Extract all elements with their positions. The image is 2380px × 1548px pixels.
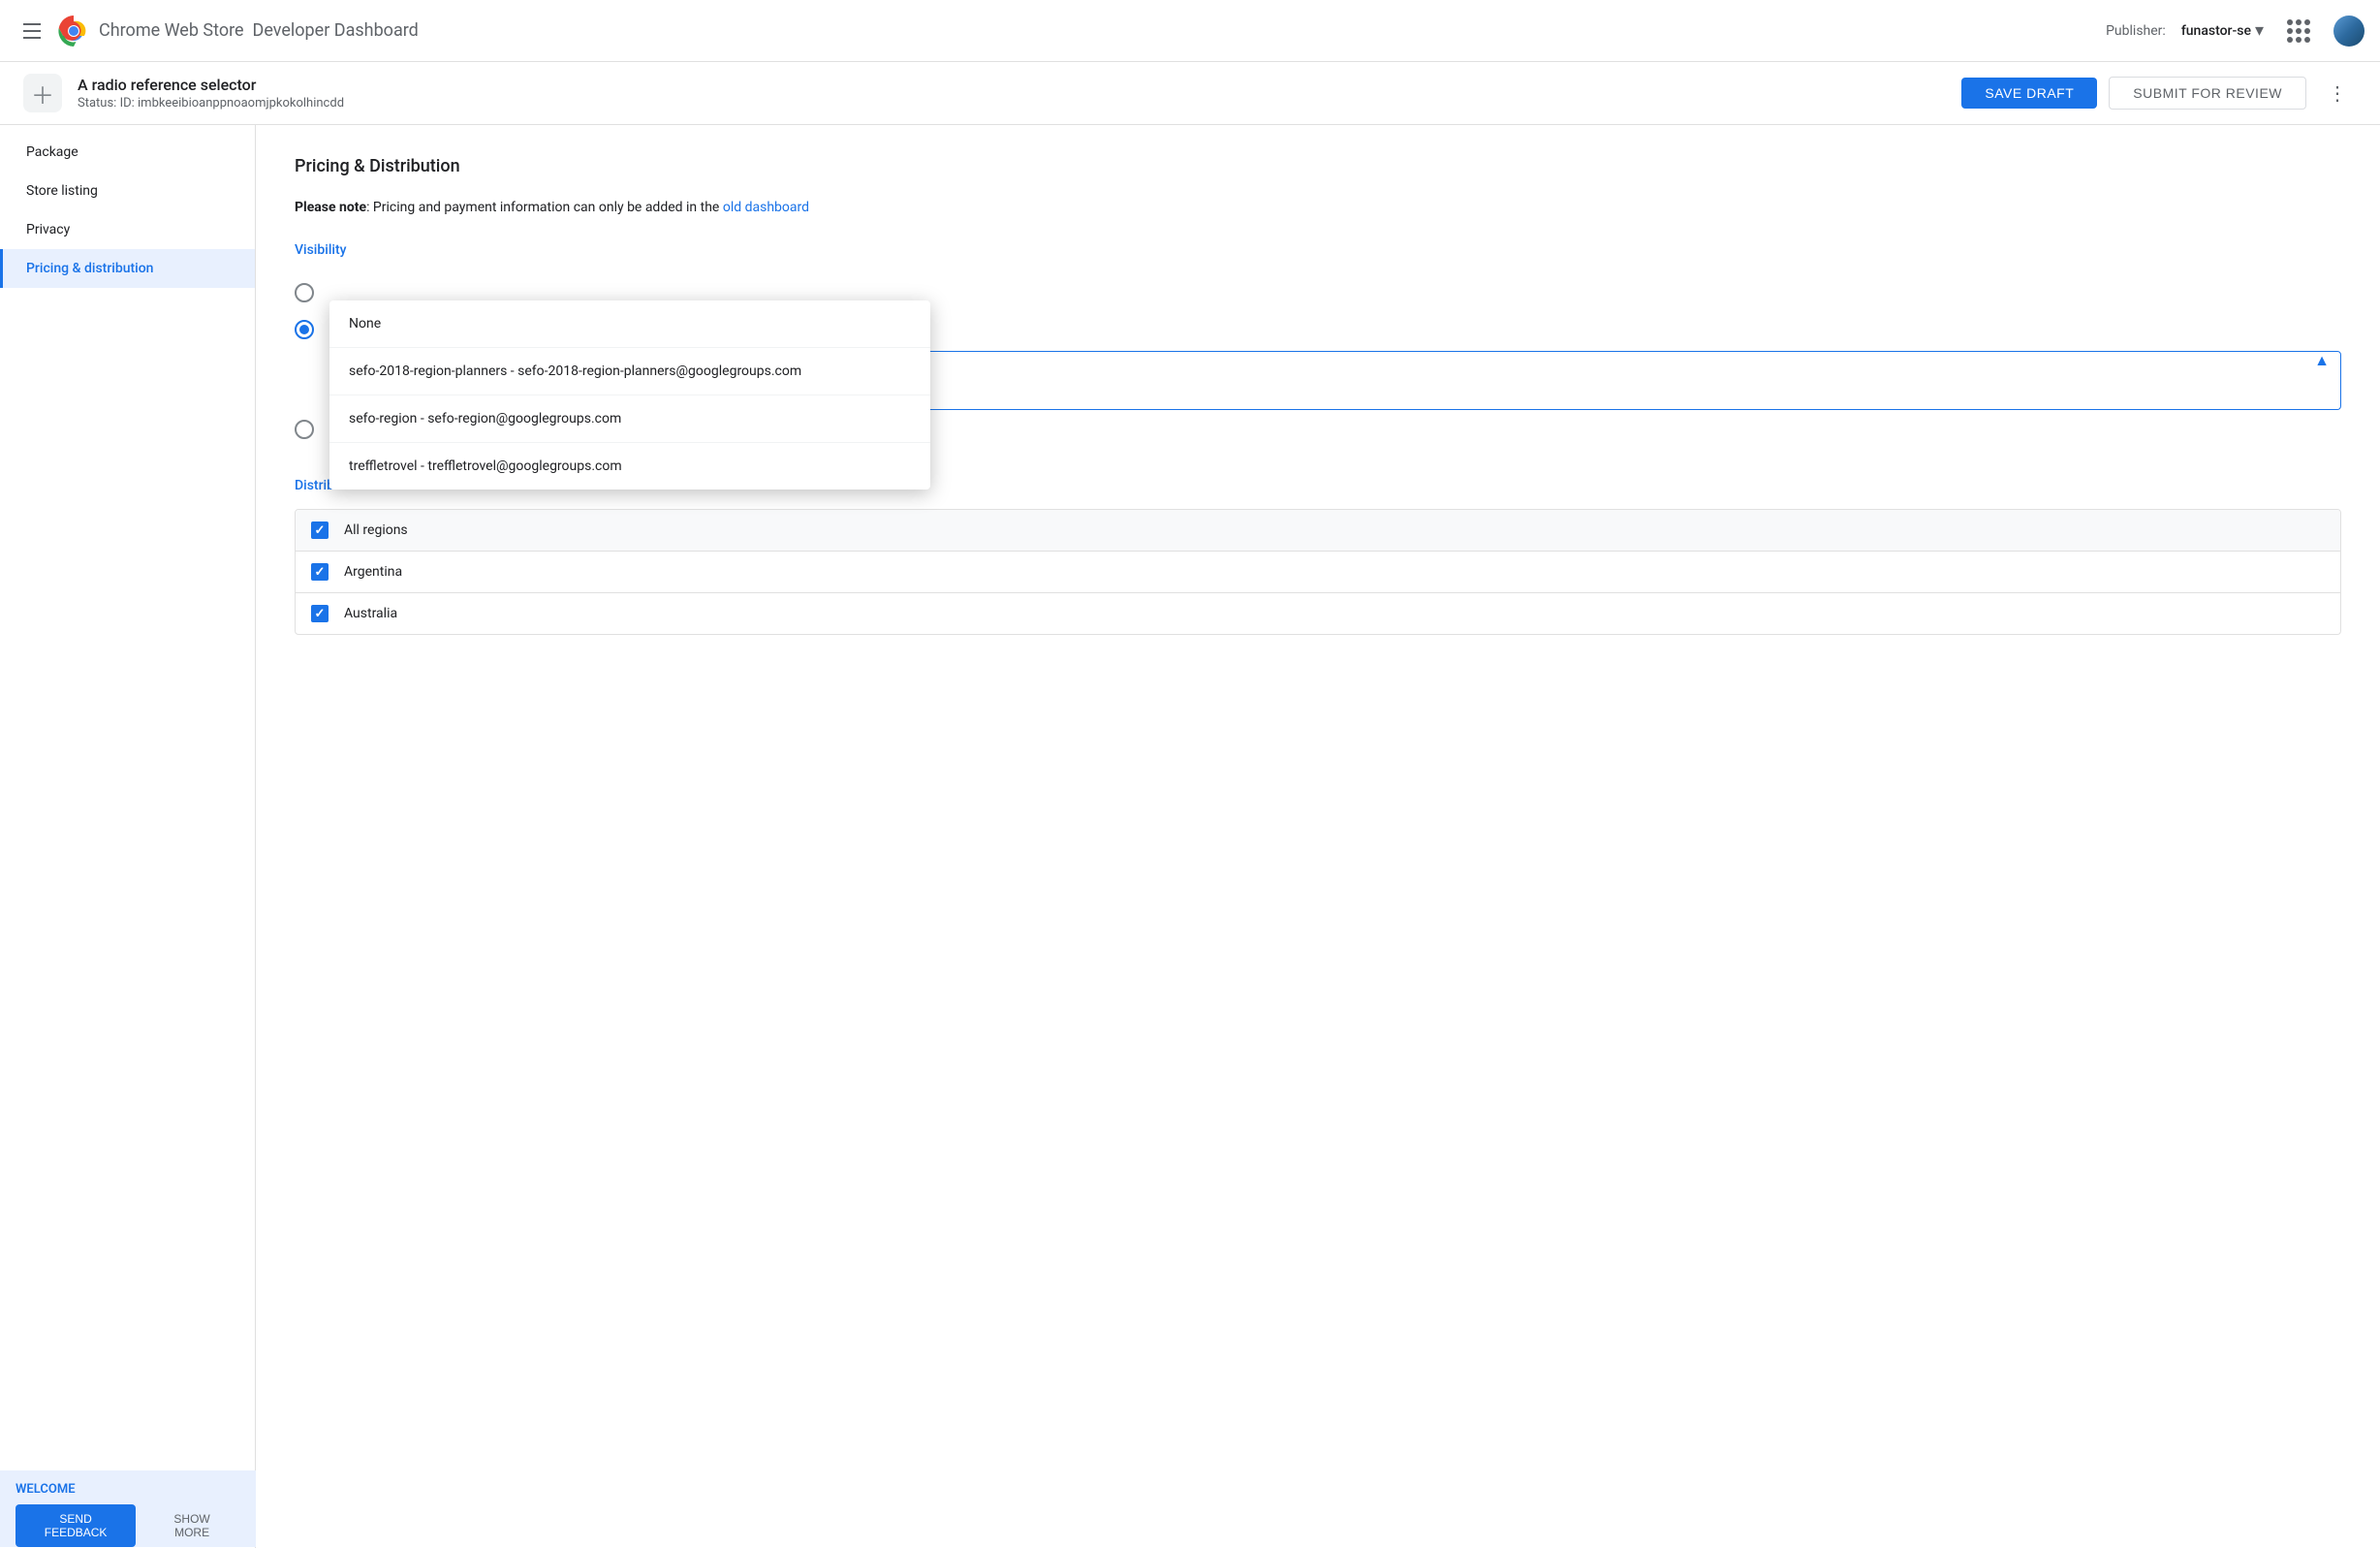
welcome-panel: WELCOME SEND FEEDBACK SHOW MORE (0, 1470, 256, 1547)
label-all-regions: All regions (344, 522, 408, 538)
sidebar-item-label-pricing: Pricing & distribution (26, 261, 153, 276)
show-more-button[interactable]: SHOW MORE (143, 1504, 240, 1547)
distribution-row-australia[interactable]: ✓ Australia (296, 593, 2340, 634)
option-treffletrovel-label: treffletrovel - treffletrovel@googlegrou… (349, 458, 622, 474)
checkbox-all-regions: ✓ (311, 521, 329, 539)
dropdown-option-treffletrovel[interactable]: treffletrovel - treffletrovel@googlegrou… (329, 443, 930, 490)
logo-area: Chrome Web Store Developer Dashboard (58, 16, 419, 47)
label-australia: Australia (344, 606, 397, 621)
main-content: Pricing & Distribution Please note: Pric… (256, 125, 2380, 1548)
status-label: Status: (78, 96, 116, 111)
extension-icon: ＋ (23, 74, 62, 112)
distribution-section: Distribution ✓ All regions ✓ Argentina (295, 478, 2341, 635)
welcome-buttons: SEND FEEDBACK SHOW MORE (16, 1504, 240, 1547)
sidebar-item-privacy[interactable]: Privacy (0, 210, 255, 249)
note-bold: Please note (295, 200, 366, 215)
chrome-logo (58, 16, 89, 47)
main-layout: Package Store listing Privacy Pricing & … (0, 125, 2380, 1548)
extension-name: A radio reference selector (78, 76, 344, 94)
submit-review-button[interactable]: SUBMIT FOR REVIEW (2109, 77, 2306, 110)
visibility-title: Visibility (295, 242, 2341, 258)
sub-header-actions: SAVE DRAFT SUBMIT FOR REVIEW ⋮ (1961, 74, 2357, 112)
dropdown-option-seforegion[interactable]: sefo-region - sefo-region@googlegroups.c… (329, 395, 930, 443)
dropdown-option-sefo2018[interactable]: sefo-2018-region-planners - sefo-2018-re… (329, 348, 930, 395)
sidebar-item-pricing-distribution[interactable]: Pricing & distribution (0, 249, 255, 288)
sidebar-item-label-privacy: Privacy (26, 222, 70, 237)
dropdown-popup: None sefo-2018-region-planners - sefo-20… (329, 300, 930, 490)
radio-group: None sefo-2018-region-planners - sefo-20… (295, 273, 2341, 447)
sidebar-item-store-listing[interactable]: Store listing (0, 172, 255, 210)
extension-id: ID: imbkeeibioanppnoaomjpkokolhincdd (120, 96, 344, 111)
visibility-section: Visibility None (295, 242, 2341, 447)
hamburger-menu[interactable] (16, 12, 54, 50)
radio-circle-3 (295, 420, 314, 439)
sidebar-item-package[interactable]: Package (0, 133, 255, 172)
publisher-name-text: funastor-se (2181, 23, 2251, 39)
checkbox-argentina: ✓ (311, 563, 329, 581)
radio-circle-2 (295, 320, 314, 339)
publisher-selector[interactable]: funastor-se ▾ (2181, 20, 2264, 41)
checkbox-australia: ✓ (311, 605, 329, 622)
select-chevron-icon: ▲ (2314, 349, 2330, 370)
save-draft-button[interactable]: SAVE DRAFT (1961, 78, 2097, 109)
distribution-table: ✓ All regions ✓ Argentina ✓ Australia (295, 509, 2341, 635)
send-feedback-button[interactable]: SEND FEEDBACK (16, 1504, 136, 1547)
old-dashboard-link[interactable]: old dashboard (723, 200, 809, 215)
app-subtitle: Developer Dashboard (253, 20, 419, 41)
distribution-row-all[interactable]: ✓ All regions (296, 510, 2340, 552)
publisher-label: Publisher: (2106, 23, 2166, 39)
sidebar-item-label-store-listing: Store listing (26, 183, 98, 199)
publisher-chevron-icon: ▾ (2255, 20, 2264, 41)
option-seforegion-label: sefo-region - sefo-region@googlegroups.c… (349, 411, 621, 426)
extension-info: A radio reference selector Status: ID: i… (78, 76, 344, 111)
sidebar-item-label-package: Package (26, 144, 78, 160)
sidebar: Package Store listing Privacy Pricing & … (0, 125, 256, 1548)
option-sefo2018-label: sefo-2018-region-planners - sefo-2018-re… (349, 363, 801, 379)
extension-status: Status: ID: imbkeeibioanppnoaomjpkokolhi… (78, 96, 344, 111)
extension-plus-icon: ＋ (31, 77, 54, 111)
app-title: Chrome Web Store Developer Dashboard (99, 20, 419, 41)
welcome-title: WELCOME (16, 1482, 240, 1497)
avatar-inner (2333, 16, 2364, 47)
label-argentina: Argentina (344, 564, 402, 580)
radio-circle-1 (295, 283, 314, 302)
dropdown-option-none[interactable]: None (329, 300, 930, 348)
page-title: Pricing & Distribution (295, 156, 2341, 176)
distribution-row-argentina[interactable]: ✓ Argentina (296, 552, 2340, 593)
radio-item-2-wrapper: None sefo-2018-region-planners - sefo-20… (295, 310, 2341, 410)
option-none-label: None (349, 316, 381, 332)
more-options-button[interactable]: ⋮ (2318, 74, 2357, 112)
sub-header: ＋ A radio reference selector Status: ID:… (0, 62, 2380, 125)
note-box: Please note: Pricing and payment informa… (295, 200, 2341, 215)
note-text: : Pricing and payment information can on… (366, 200, 723, 215)
apps-icon[interactable] (2279, 12, 2318, 50)
top-nav: Chrome Web Store Developer Dashboard Pub… (0, 0, 2380, 62)
avatar[interactable] (2333, 16, 2364, 47)
app-name: Chrome Web Store (99, 20, 244, 41)
top-nav-right: Publisher: funastor-se ▾ (2106, 12, 2364, 50)
grid-dots (2287, 19, 2310, 43)
